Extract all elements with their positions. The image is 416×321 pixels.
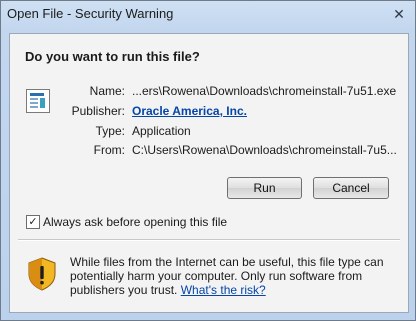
- publisher-label: Publisher:: [71, 104, 125, 118]
- dialog-content: Do you want to run this file? Name: ...e…: [9, 33, 409, 313]
- cancel-button[interactable]: Cancel: [313, 177, 389, 199]
- type-label: Type:: [95, 124, 125, 138]
- publisher-link[interactable]: Oracle America, Inc.: [132, 104, 247, 118]
- from-value: C:\Users\Rowena\Downloads\chromeinstall-…: [132, 143, 397, 157]
- security-warning-dialog: Open File - Security Warning ✕ Do you wa…: [0, 0, 416, 321]
- from-label: From:: [93, 143, 125, 157]
- run-button[interactable]: Run: [227, 177, 302, 199]
- dialog-heading: Do you want to run this file?: [25, 49, 200, 64]
- file-name-value: ...ers\Rowena\Downloads\chromeinstall-7u…: [132, 84, 397, 98]
- type-value: Application: [132, 124, 191, 138]
- dialog-title: Open File - Security Warning: [7, 6, 174, 21]
- always-ask-checkbox[interactable]: ✓: [26, 215, 40, 229]
- whats-the-risk-link[interactable]: What's the risk?: [181, 283, 266, 297]
- name-label: Name:: [89, 84, 125, 98]
- close-icon[interactable]: ✕: [391, 6, 407, 22]
- always-ask-label[interactable]: Always ask before opening this file: [43, 215, 227, 229]
- application-file-icon: [26, 89, 50, 113]
- warning-shield-icon: [28, 257, 56, 291]
- warning-message: While files from the Internet can be use…: [70, 255, 390, 297]
- divider: [18, 239, 400, 241]
